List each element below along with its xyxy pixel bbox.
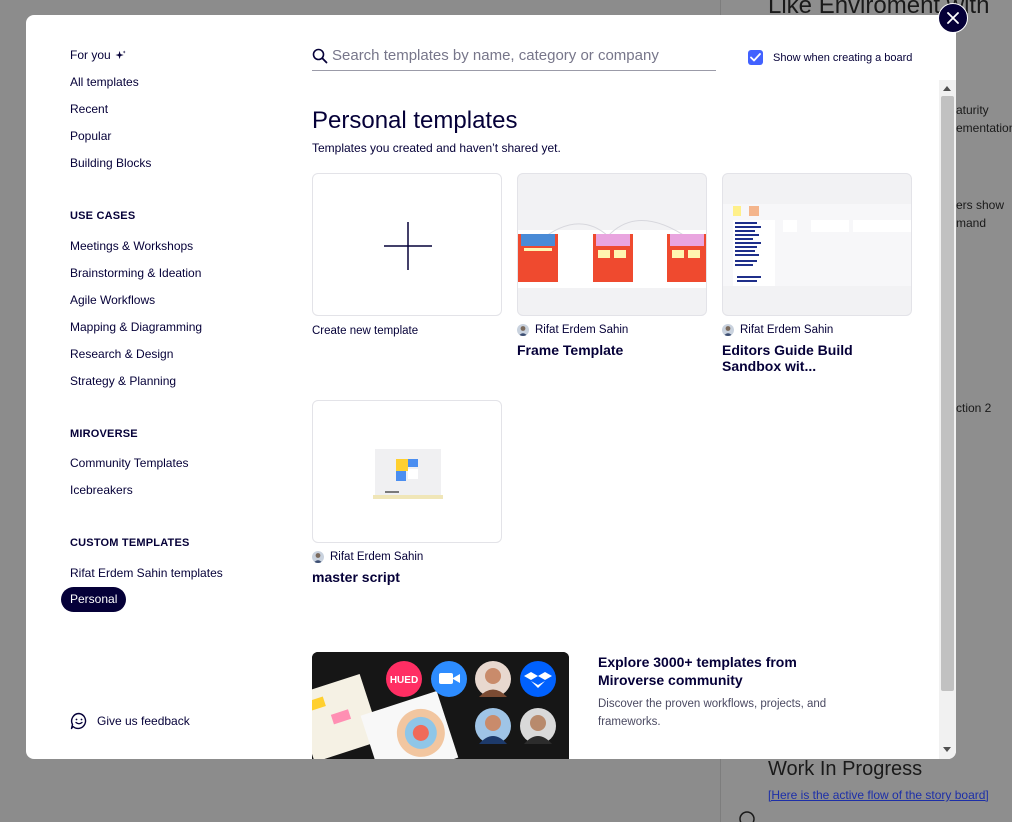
sidebar-item-research[interactable]: Research & Design [70,347,173,361]
feedback-button[interactable]: Give us feedback [70,712,190,730]
create-template-thumbnail[interactable] [312,173,502,316]
master-script-preview [373,449,443,499]
sidebar-item-building-blocks[interactable]: Building Blocks [70,156,151,170]
sidebar-item-strategy[interactable]: Strategy & Planning [70,374,176,388]
sidebar-item-icebreakers[interactable]: Icebreakers [70,483,133,497]
board-text-fragment: aturity [956,103,989,117]
avatar [312,551,324,563]
scrollbar-thumb[interactable] [941,96,954,691]
template-thumbnail[interactable] [722,173,912,316]
avatar-image [723,326,733,336]
template-name[interactable]: Frame Template [517,342,707,358]
template-thumbnail[interactable] [312,400,502,543]
plus-icon [384,222,432,270]
template-card[interactable]: Rifat Erdem Sahin Editors Guide Build Sa… [722,173,912,374]
avatar-image [518,326,528,336]
miroverse-banner-title[interactable]: Explore 3000+ templates from Miroverse c… [598,653,828,689]
template-card[interactable]: Rifat Erdem Sahin master script [312,400,502,585]
sidebar-item-agile[interactable]: Agile Workflows [70,293,155,307]
template-sidebar: For you All templates Recent Popular Bui… [26,15,296,759]
avatar-image [313,553,323,563]
search-icon [312,48,328,63]
template-search [312,41,716,71]
sidebar-heading-custom: CUSTOM TEMPLATES [70,537,190,549]
sidebar-item-community[interactable]: Community Templates [70,456,189,470]
template-author-name: Rifat Erdem Sahin [535,324,629,336]
miroverse-banner-description: Discover the proven workflows, projects,… [598,698,827,728]
smiley-icon [739,811,755,822]
create-template-card[interactable]: Create new template [312,173,502,337]
template-author: Rifat Erdem Sahin [722,324,912,336]
hued-badge-text: HUED [390,675,418,686]
create-template-label: Create new template [312,325,419,337]
search-input[interactable] [332,47,712,64]
content-scrollbar[interactable] [939,80,956,759]
checkmark-icon [750,53,761,62]
sidebar-item-mapping[interactable]: Mapping & Diagramming [70,320,202,334]
board-wip-title: Work In Progress [768,758,923,780]
sidebar-item-recent[interactable]: Recent [70,102,108,116]
template-name[interactable]: master script [312,569,502,585]
template-author-name: Rifat Erdem Sahin [740,324,834,336]
scroll-down-arrow-icon[interactable] [943,747,951,752]
miroverse-banner-image[interactable]: HUED [312,652,569,759]
template-author-name: Rifat Erdem Sahin [330,551,424,563]
sidebar-item-company-templates[interactable]: Rifat Erdem Sahin templates [70,566,223,580]
miroverse-collage: HUED [312,652,569,759]
sidebar-heading-miroverse: MIROVERSE [70,428,138,440]
template-thumbnail[interactable] [517,173,707,316]
page-title: Personal templates [312,107,518,134]
sidebar-item-all-templates[interactable]: All templates [70,75,139,89]
avatar [722,324,734,336]
page-subtitle: Templates you created and haven’t shared… [312,141,561,155]
template-card[interactable]: Rifat Erdem Sahin Frame Template [517,173,707,358]
board-text-fragment: ction 2 [956,401,992,415]
sidebar-item-for-you[interactable]: For you [70,48,126,62]
avatar [517,324,529,336]
board-text-fragment: ers show [956,198,1005,212]
sidebar-item-meetings[interactable]: Meetings & Workshops [70,239,193,253]
feedback-smiley-icon [70,712,87,730]
sidebar-item-personal[interactable]: Personal [61,587,127,612]
sidebar-item-popular[interactable]: Popular [70,129,111,143]
board-text-fragment: ementation [956,121,1012,135]
template-name[interactable]: Editors Guide Build Sandbox wit... [722,342,912,374]
board-text-fragment: mand [956,216,987,230]
template-author: Rifat Erdem Sahin [312,551,502,563]
sparkle-icon [115,49,126,59]
show-when-creating-toggle: Show when creating a board [748,50,912,65]
editors-guide-preview [723,204,911,286]
show-when-creating-label: Show when creating a board [773,51,913,64]
feedback-label: Give us feedback [97,714,190,728]
template-picker-modal: For you All templates Recent Popular Bui… [26,15,956,759]
sidebar-item-label: For you [70,48,111,62]
show-when-creating-checkbox[interactable] [748,50,763,65]
template-author: Rifat Erdem Sahin [517,324,707,336]
close-button[interactable] [938,3,968,33]
close-icon [947,12,959,24]
sidebar-item-brainstorming[interactable]: Brainstorming & Ideation [70,266,201,280]
sidebar-heading-use-cases: USE CASES [70,210,136,222]
board-wip-link[interactable]: [Here is the active flow of the story bo… [768,788,989,802]
scroll-up-arrow-icon[interactable] [943,86,951,91]
frame-template-preview [518,220,706,288]
